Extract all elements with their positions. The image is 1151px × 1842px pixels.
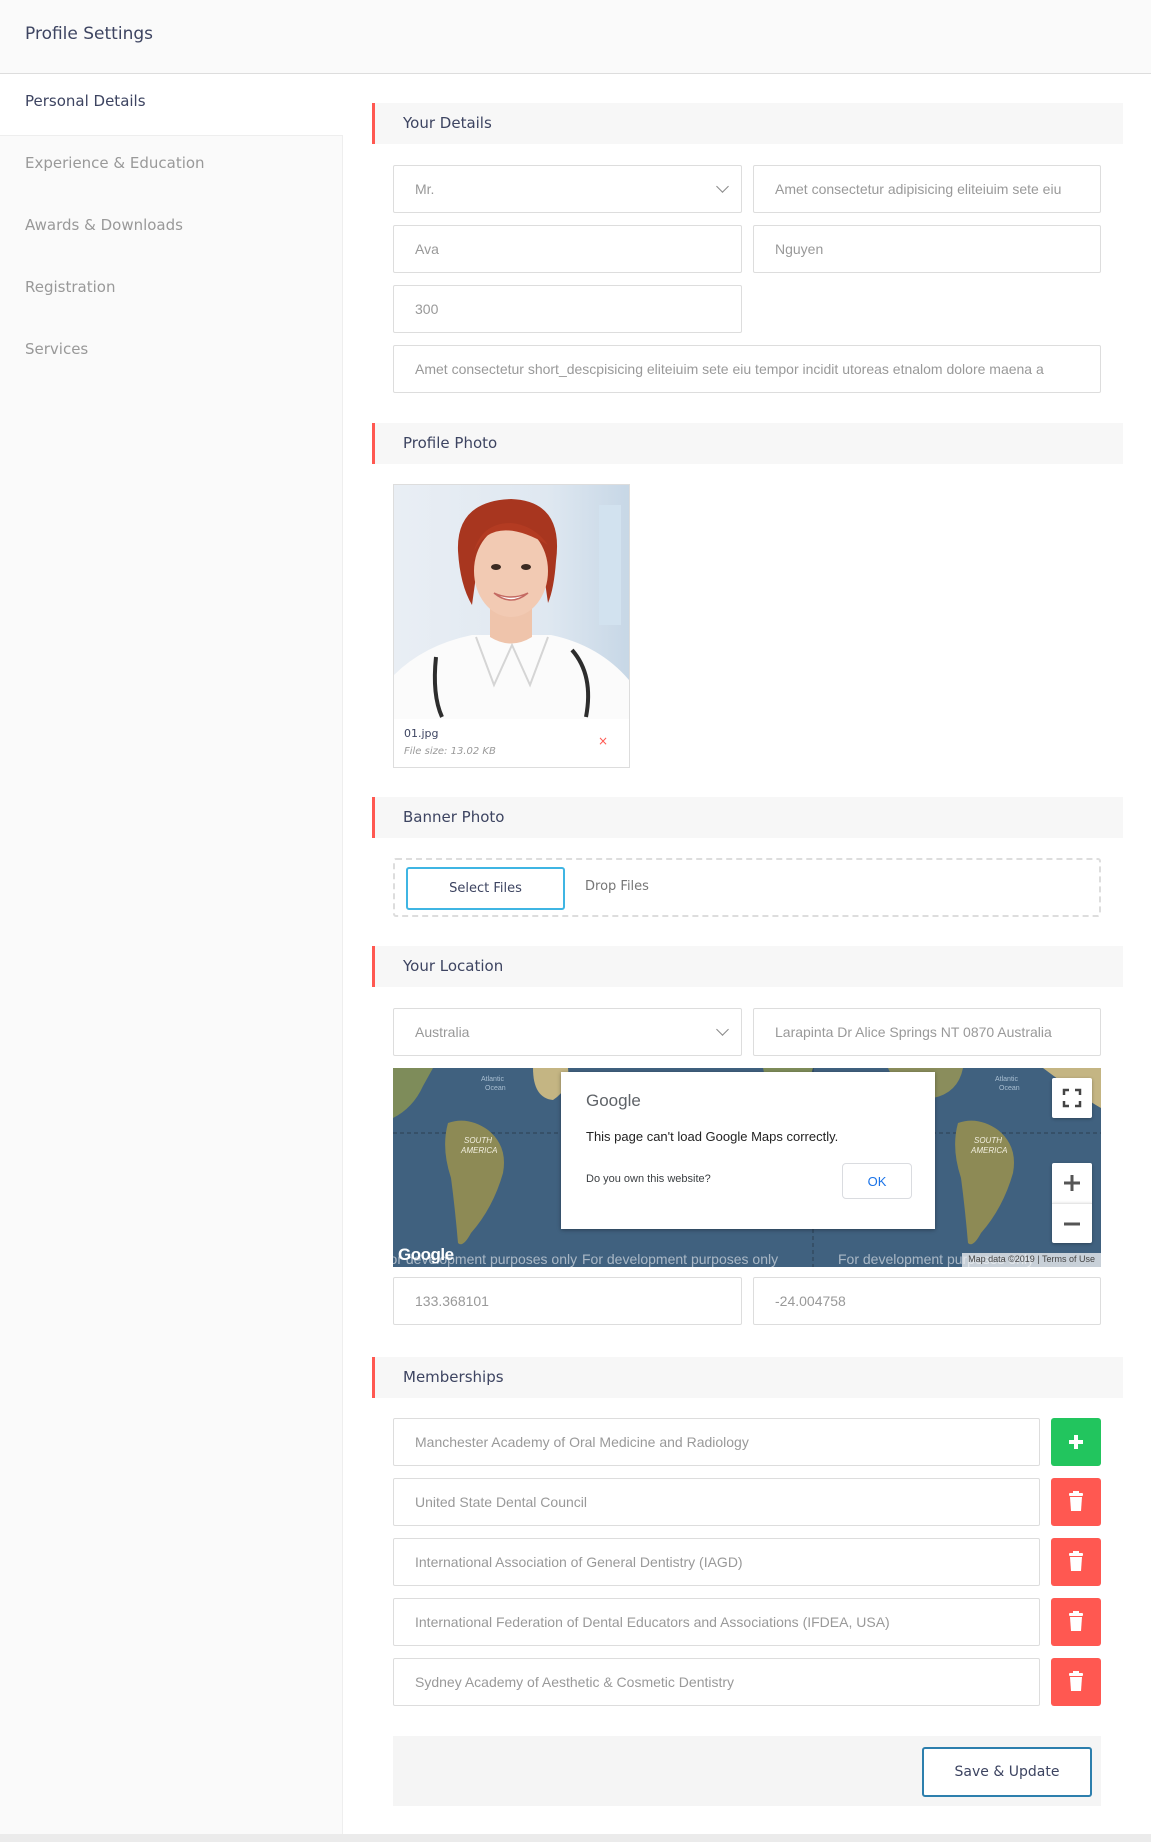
minus-icon: [1064, 1222, 1080, 1226]
description-input[interactable]: Amet consectetur short_descpisicing elit…: [393, 345, 1101, 393]
map-attribution[interactable]: Map data ©2019 | Terms of Use: [962, 1253, 1101, 1267]
drop-files-label: Drop Files: [585, 879, 649, 894]
sidebar-item-registration[interactable]: Registration: [0, 260, 343, 322]
svg-text:Atlantic: Atlantic: [481, 1076, 504, 1083]
section-header-location: Your Location: [372, 946, 1123, 987]
salutation-select[interactable]: Mr.: [393, 165, 742, 213]
delete-membership-button[interactable]: [1051, 1538, 1101, 1586]
svg-text:Atlantic: Atlantic: [995, 1076, 1018, 1083]
membership-input[interactable]: International Federation of Dental Educa…: [393, 1598, 1040, 1646]
membership-input[interactable]: International Association of General Den…: [393, 1538, 1040, 1586]
plus-icon: [1069, 1435, 1083, 1449]
trash-icon: [1069, 1491, 1083, 1511]
location-map[interactable]: Atlantic Ocean Atlantic Ocean SOUTH AMER…: [393, 1068, 1101, 1267]
section-title: Your Details: [403, 114, 492, 132]
svg-text:Ocean: Ocean: [999, 1085, 1020, 1092]
delete-membership-button[interactable]: [1051, 1478, 1101, 1526]
section-title: Profile Photo: [403, 434, 498, 452]
map-dev-notice: For development purposes only: [582, 1251, 779, 1267]
section-header-photo: Profile Photo: [372, 423, 1123, 464]
profile-photo: [394, 485, 629, 719]
svg-text:AMERICA: AMERICA: [970, 1146, 1007, 1155]
membership-input[interactable]: Sydney Academy of Aesthetic & Cosmetic D…: [393, 1658, 1040, 1706]
save-update-button[interactable]: Save & Update: [922, 1747, 1092, 1797]
svg-text:AMERICA: AMERICA: [460, 1146, 497, 1155]
svg-text:SOUTH: SOUTH: [974, 1136, 1002, 1145]
country-value: Australia: [415, 1024, 470, 1040]
profile-photo-card: 01.jpg File size: 13.02 KB ×: [393, 484, 630, 768]
latitude-input[interactable]: -24.004758: [753, 1277, 1101, 1325]
section-header-details: Your Details: [372, 103, 1123, 144]
photo-file-size: File size: 13.02 KB: [404, 746, 496, 757]
page-header: Profile Settings: [0, 0, 1151, 74]
tagline-input[interactable]: Amet consectetur adipisicing eliteiuim s…: [753, 165, 1101, 213]
membership-input[interactable]: Manchester Academy of Oral Medicine and …: [393, 1418, 1040, 1466]
settings-sidebar: Personal Details Experience & Education …: [0, 74, 343, 1842]
section-header-memberships: Memberships: [372, 1357, 1123, 1398]
map-fullscreen-button[interactable]: [1052, 1078, 1092, 1118]
map-ok-button[interactable]: OK: [842, 1163, 912, 1199]
page-title: Profile Settings: [25, 24, 153, 44]
membership-input[interactable]: United State Dental Council: [393, 1478, 1040, 1526]
plus-icon: [1064, 1175, 1080, 1191]
map-zoom-out-button[interactable]: [1052, 1203, 1092, 1243]
section-title: Memberships: [403, 1368, 504, 1386]
section-title: Banner Photo: [403, 808, 505, 826]
delete-membership-button[interactable]: [1051, 1658, 1101, 1706]
svg-text:Ocean: Ocean: [485, 1085, 506, 1092]
section-title: Your Location: [403, 957, 504, 975]
map-error-question: Do you own this website?: [586, 1173, 711, 1185]
rate-input[interactable]: 300: [393, 285, 742, 333]
trash-icon: [1069, 1611, 1083, 1631]
page-bottom-divider: [0, 1834, 1151, 1842]
form-actions-bar: Save & Update: [393, 1736, 1101, 1806]
first-name-input[interactable]: Ava: [393, 225, 742, 273]
address-input[interactable]: Larapinta Dr Alice Springs NT 0870 Austr…: [753, 1008, 1101, 1056]
select-files-button[interactable]: Select Files: [406, 867, 565, 910]
last-name-input[interactable]: Nguyen: [753, 225, 1101, 273]
photo-file-name: 01.jpg: [404, 727, 439, 740]
google-watermark: Google: [398, 1245, 454, 1264]
delete-membership-button[interactable]: [1051, 1598, 1101, 1646]
svg-text:SOUTH: SOUTH: [464, 1136, 492, 1145]
fullscreen-icon: [1062, 1088, 1082, 1108]
sidebar-item-services[interactable]: Services: [0, 322, 343, 384]
banner-upload-zone[interactable]: Select Files Drop Files: [393, 858, 1101, 917]
chevron-down-icon: [716, 180, 729, 193]
map-error-dialog: Google This page can't load Google Maps …: [561, 1072, 935, 1229]
country-select[interactable]: Australia: [393, 1008, 742, 1056]
map-zoom-in-button[interactable]: [1052, 1163, 1092, 1203]
longitude-input[interactable]: 133.368101: [393, 1277, 742, 1325]
trash-icon: [1069, 1671, 1083, 1691]
sidebar-item-personal-details[interactable]: Personal Details: [0, 74, 343, 136]
add-membership-button[interactable]: [1051, 1418, 1101, 1466]
sidebar-item-experience-education[interactable]: Experience & Education: [0, 136, 343, 198]
salutation-value: Mr.: [415, 181, 435, 197]
section-header-banner: Banner Photo: [372, 797, 1123, 838]
map-error-message: This page can't load Google Maps correct…: [586, 1129, 839, 1144]
chevron-down-icon: [716, 1023, 729, 1036]
remove-photo-icon[interactable]: ×: [598, 734, 608, 748]
google-logo: Google: [586, 1091, 641, 1110]
trash-icon: [1069, 1551, 1083, 1571]
sidebar-item-awards-downloads[interactable]: Awards & Downloads: [0, 198, 343, 260]
